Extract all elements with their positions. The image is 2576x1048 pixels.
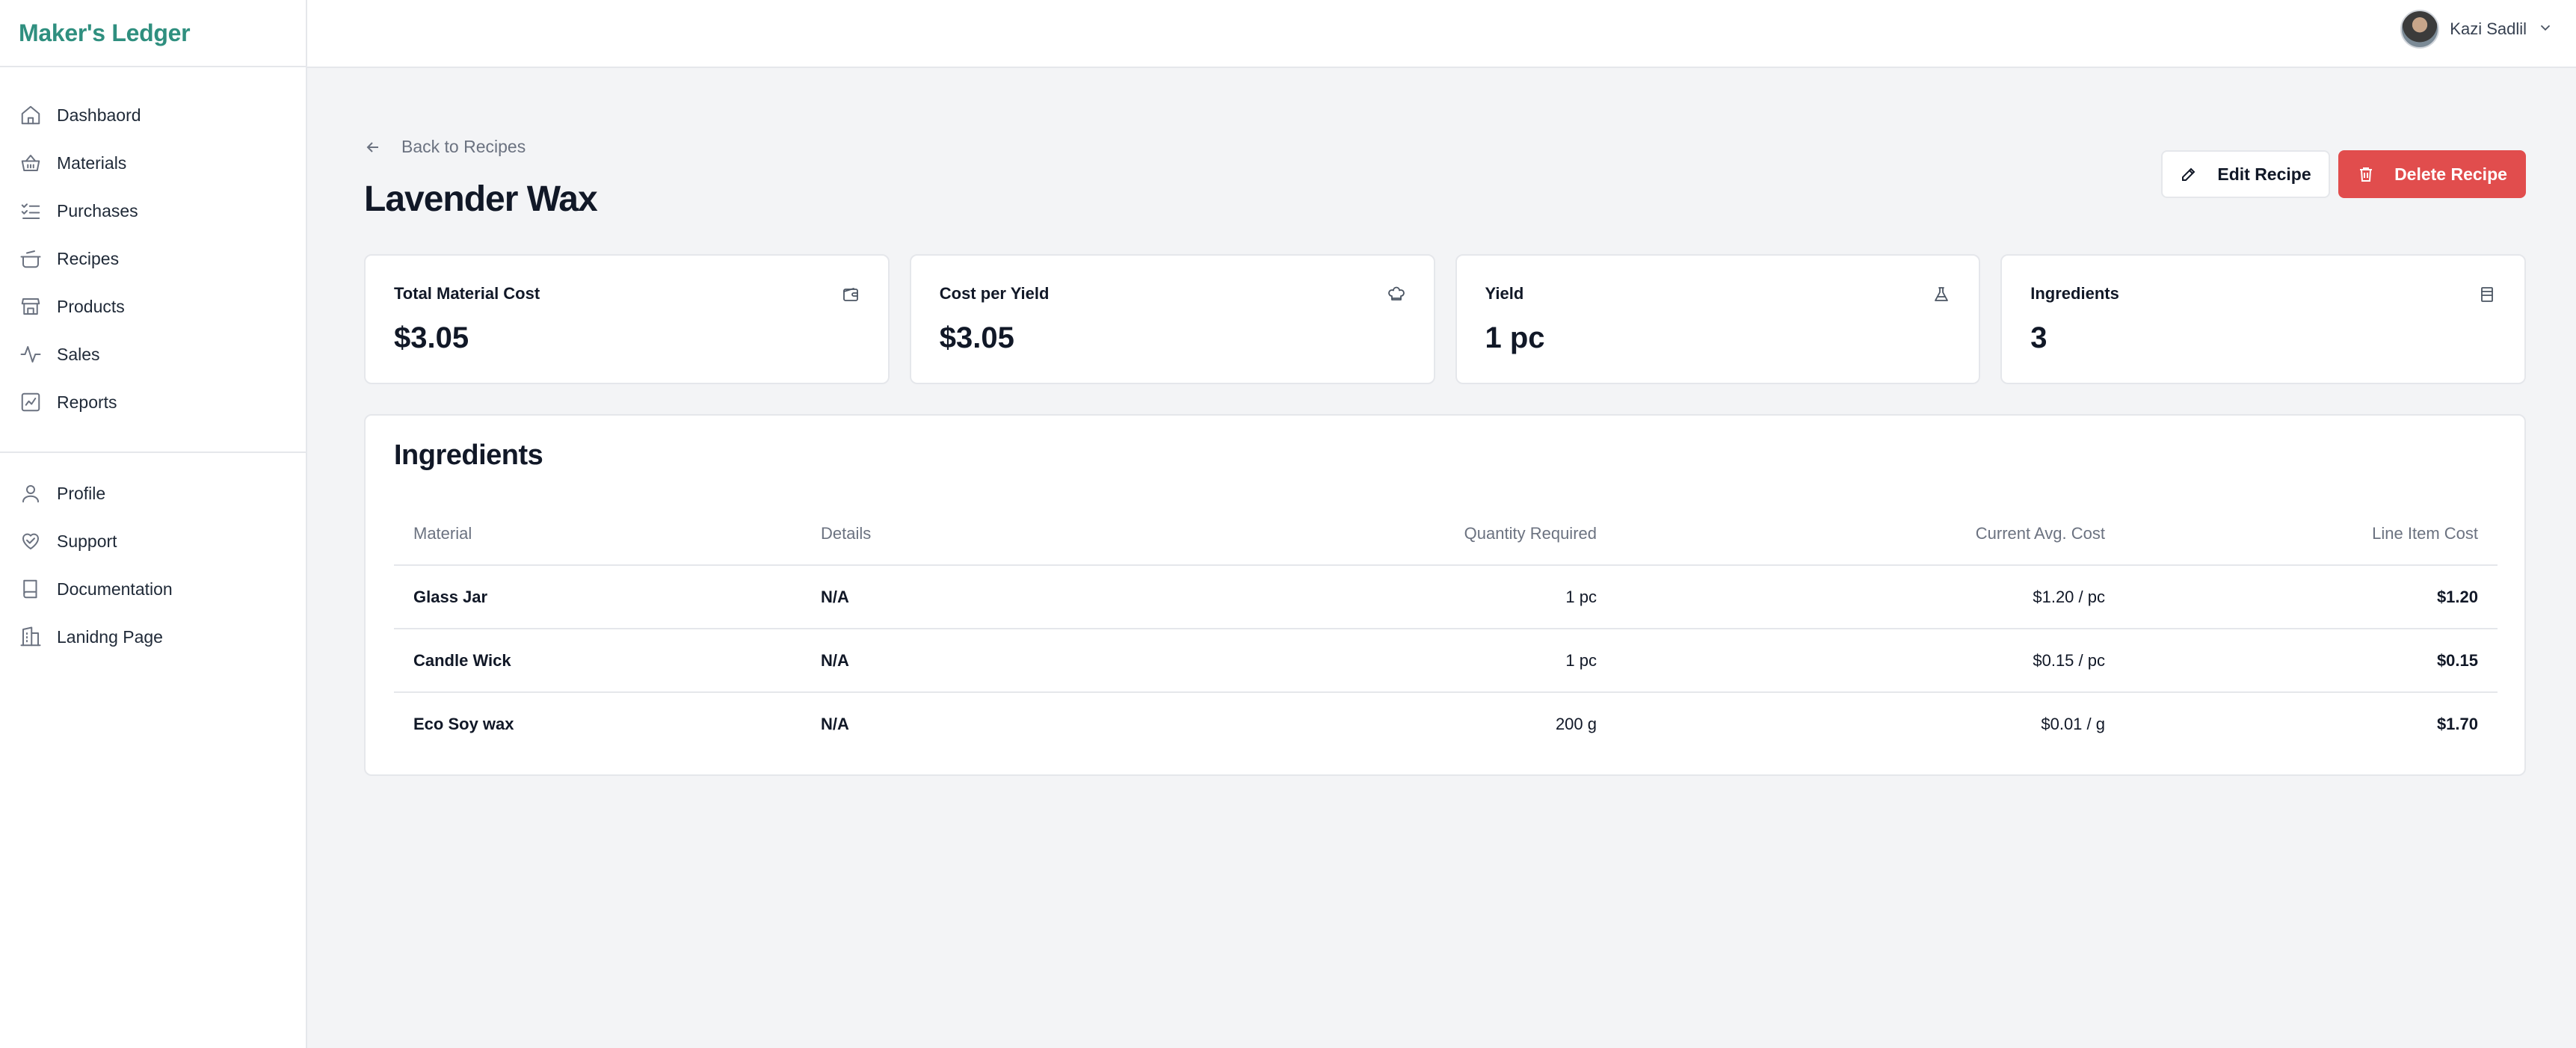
column-header-avg-cost: Current Avg. Cost	[1616, 502, 2124, 566]
page-title: Lavender Wax	[364, 179, 598, 219]
table-header-row: Material Details Quantity Required Curre…	[394, 502, 2498, 566]
stat-label: Yield	[1485, 284, 1524, 303]
delete-recipe-button[interactable]: Delete Recipe	[2338, 150, 2526, 198]
stat-card-ingredients: Ingredients 3	[2000, 254, 2526, 384]
sidebar-item-dashboard[interactable]: Dashbaord	[0, 91, 306, 139]
building-icon	[19, 626, 42, 648]
checklist-icon	[19, 200, 42, 222]
list-icon	[2478, 286, 2496, 303]
stat-card-yield: Yield 1 pc	[1455, 254, 1981, 384]
sidebar-item-label: Profile	[57, 483, 106, 503]
sidebar-item-label: Support	[57, 531, 117, 551]
cell-line-cost: $0.15	[2124, 629, 2498, 693]
sidebar-item-profile[interactable]: Profile	[0, 469, 306, 517]
cell-material: Eco Soy wax	[413, 715, 514, 733]
sidebar-item-label: Recipes	[57, 248, 120, 268]
heart-handshake-icon	[19, 530, 42, 552]
activity-icon	[19, 343, 42, 366]
sidebar-item-sales[interactable]: Sales	[0, 330, 306, 378]
sidebar-item-purchases[interactable]: Purchases	[0, 187, 306, 235]
trash-icon	[2360, 167, 2373, 182]
edit-recipe-label: Edit Recipe	[2217, 164, 2311, 184]
store-icon	[19, 295, 42, 318]
sidebar-item-landing-page[interactable]: Lanidng Page	[0, 613, 306, 661]
cell-material: Candle Wick	[394, 629, 801, 693]
edit-recipe-button[interactable]: Edit Recipe	[2161, 150, 2330, 198]
chef-hat-icon	[1387, 286, 1405, 303]
column-header-line-cost: Line Item Cost	[2124, 502, 2498, 566]
cell-line-cost: $1.70	[2436, 715, 2478, 733]
column-header-details: Details	[801, 502, 1209, 566]
column-header-quantity: Quantity Required	[1209, 502, 1616, 566]
arrow-left-icon	[366, 141, 378, 152]
stat-label: Ingredients	[2030, 284, 2119, 303]
sidebar-divider	[0, 451, 306, 453]
flask-icon	[1932, 286, 1950, 303]
avatar	[2400, 10, 2440, 49]
sidebar-item-reports[interactable]: Reports	[0, 378, 306, 426]
cell-quantity: 1 pc	[1209, 565, 1616, 629]
stat-card-total-material-cost: Total Material Cost $3.05	[364, 254, 890, 384]
delete-recipe-label: Delete Recipe	[2394, 164, 2507, 184]
cell-details: N/A	[801, 629, 1209, 693]
table-row: Glass Jar N/A 1 pc $1.20 / pc $1.20	[394, 565, 2498, 629]
stat-value: 3	[2030, 321, 2047, 354]
cell-avg-cost: $0.15 / pc	[1616, 629, 2124, 693]
back-label: Back to Recipes	[401, 137, 526, 156]
sidebar-item-label: Products	[57, 296, 125, 316]
stat-card-cost-per-yield: Cost per Yield $3.05	[909, 254, 1435, 384]
primary-nav: Dashbaord Materials Purchases Recipes Pr…	[0, 67, 306, 426]
column-header-material: Material	[394, 502, 801, 566]
sidebar-item-label: Documentation	[57, 579, 173, 599]
user-menu[interactable]: Kazi Sadlil	[2400, 10, 2554, 49]
wallet-icon	[842, 286, 860, 303]
top-bar: Kazi Sadlil	[307, 0, 2576, 68]
cell-line-cost: $1.20	[2124, 565, 2498, 629]
cooking-pot-icon	[19, 247, 42, 270]
ingredients-card: Ingredients Material Details Quantity Re…	[364, 414, 2526, 776]
sidebar-item-documentation[interactable]: Documentation	[0, 565, 306, 613]
brand-logo[interactable]: Maker's Ledger	[0, 0, 306, 67]
home-icon	[19, 104, 42, 126]
sidebar-item-label: Dashbaord	[57, 105, 141, 125]
user-name: Kazi Sadlil	[2450, 19, 2527, 38]
cell-quantity: 1 pc	[1209, 629, 1616, 693]
cell-details: N/A	[801, 565, 1209, 629]
ingredients-table: Material Details Quantity Required Curre…	[394, 502, 2498, 756]
sidebar: Maker's Ledger Dashbaord Materials Purch…	[0, 0, 307, 1048]
stat-value: 1 pc	[1485, 321, 1545, 354]
cell-avg-cost: $0.01 / g	[2041, 715, 2105, 733]
basket-icon	[19, 152, 42, 174]
cell-avg-cost: $1.20 / pc	[1616, 565, 2124, 629]
back-to-recipes-link[interactable]: Back to Recipes	[364, 137, 526, 157]
report-chart-icon	[19, 391, 42, 413]
stat-value: $3.05	[939, 321, 1014, 354]
sidebar-item-label: Purchases	[57, 200, 138, 221]
stat-value: $3.05	[394, 321, 469, 354]
cell-quantity: 200 g	[1555, 715, 1597, 733]
sidebar-item-products[interactable]: Products	[0, 283, 306, 330]
secondary-nav: Profile Support Documentation Lanidng Pa…	[0, 469, 306, 661]
pencil-icon	[2182, 167, 2196, 181]
stats-row: Total Material Cost $3.05 Cost per Yield…	[364, 254, 2526, 384]
sidebar-item-materials[interactable]: Materials	[0, 139, 306, 187]
ingredients-title: Ingredients	[394, 440, 543, 471]
chevron-down-icon	[2537, 19, 2554, 40]
stat-label: Total Material Cost	[394, 284, 540, 303]
sidebar-item-support[interactable]: Support	[0, 517, 306, 565]
cell-details: N/A	[821, 715, 849, 733]
sidebar-item-label: Sales	[57, 344, 100, 364]
sidebar-item-label: Reports	[57, 392, 117, 412]
table-row: Candle Wick N/A 1 pc $0.15 / pc $0.15	[394, 629, 2498, 693]
stat-label: Cost per Yield	[939, 284, 1050, 303]
table-row: Eco Soy wax N/A 200 g $0.01 / g $1.70	[394, 692, 2498, 756]
book-icon	[19, 578, 42, 600]
sidebar-item-recipes[interactable]: Recipes	[0, 235, 306, 283]
sidebar-item-label: Lanidng Page	[57, 626, 163, 647]
cell-material: Glass Jar	[394, 565, 801, 629]
sidebar-item-label: Materials	[57, 152, 127, 173]
user-icon	[19, 482, 42, 505]
